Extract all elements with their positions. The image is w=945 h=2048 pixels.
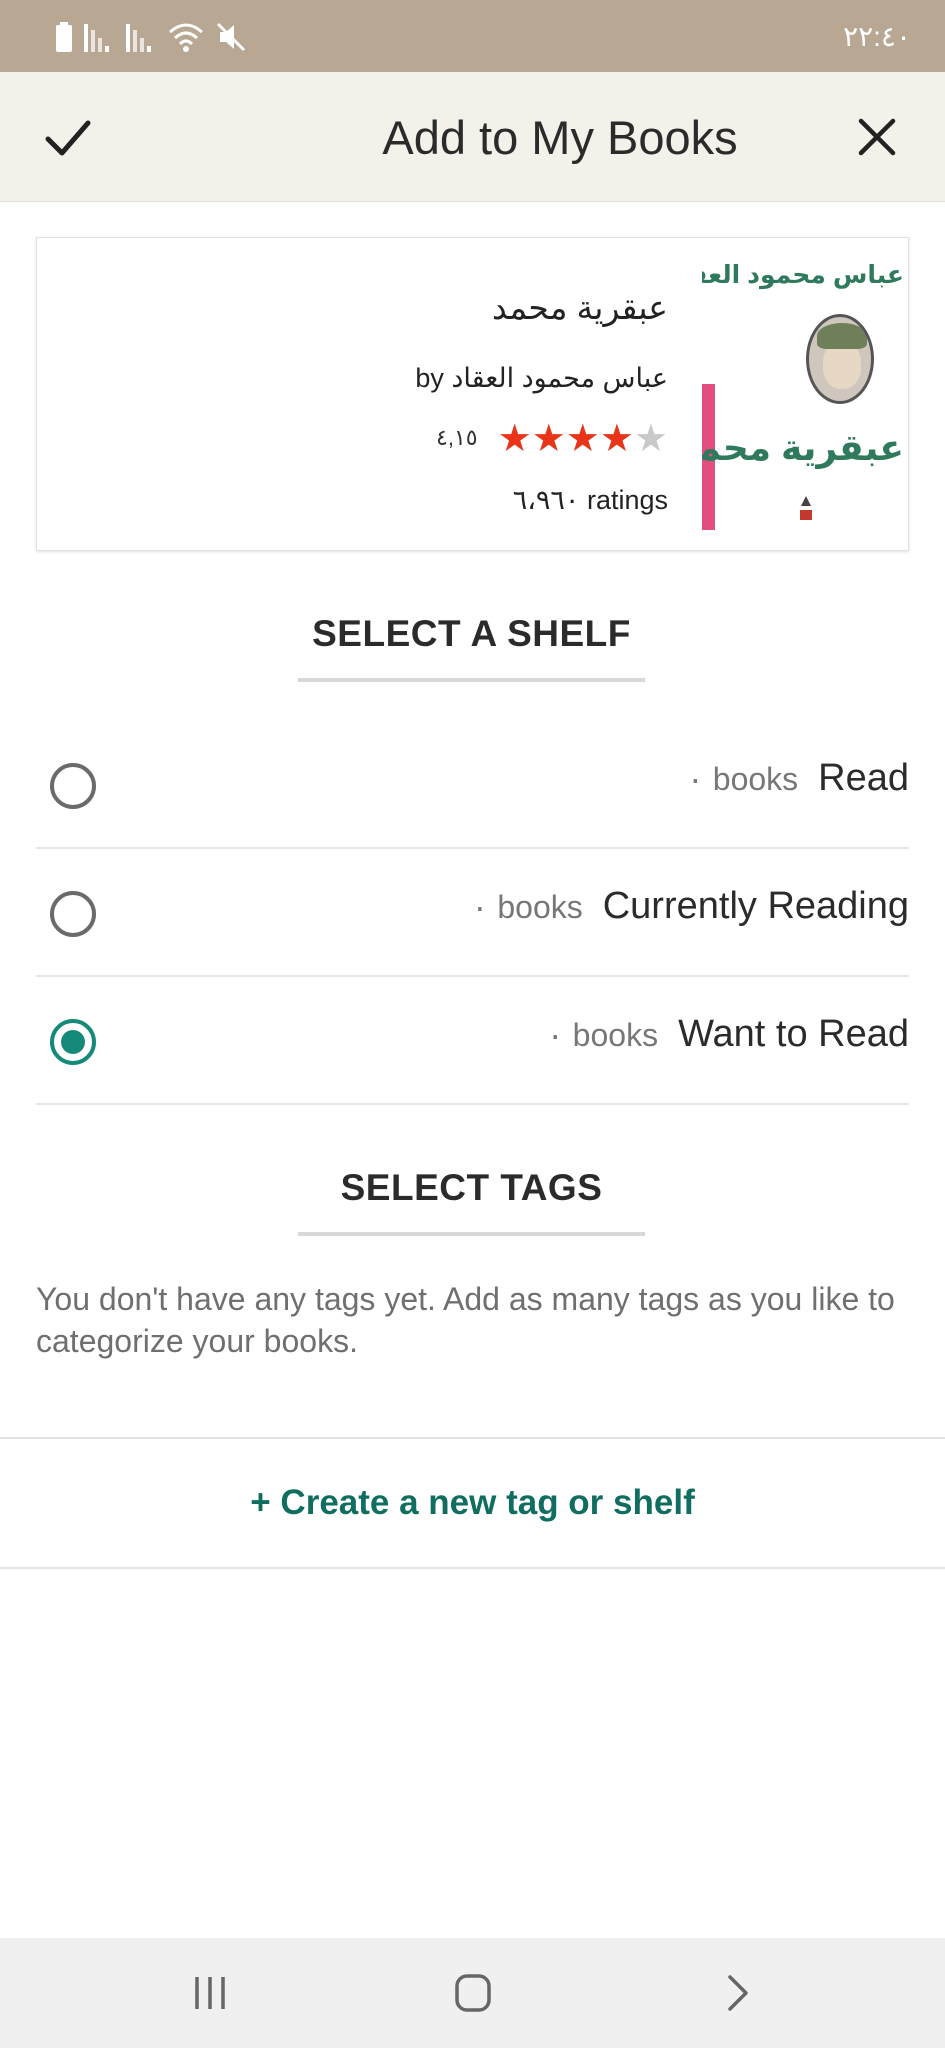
rating-value: ٤,١٥ bbox=[436, 425, 478, 450]
tags-description: You don't have any tags yet. Add as many… bbox=[36, 1281, 895, 1359]
app-bar: Add to My Books bbox=[0, 72, 945, 202]
signal-icon bbox=[126, 24, 151, 52]
mute-icon bbox=[216, 22, 246, 52]
shelf-heading: SELECT A SHELF bbox=[312, 613, 631, 654]
shelf-option-read[interactable]: ٠ books Read bbox=[36, 721, 909, 849]
close-button[interactable] bbox=[847, 107, 907, 167]
star-empty-icon: ★ bbox=[633, 416, 668, 460]
star-icon: ★ bbox=[565, 416, 600, 460]
close-icon bbox=[858, 118, 896, 156]
create-tag-button[interactable]: + Create a new tag or shelf bbox=[0, 1437, 945, 1569]
shelf-name: Want to Read bbox=[678, 1013, 909, 1055]
book-title: عبقرية محمد bbox=[492, 289, 668, 326]
recent-apps-icon bbox=[195, 1977, 225, 2009]
cover-title-text: عبقرية محمد bbox=[702, 427, 904, 468]
shelf-label: ٠ books Read bbox=[687, 757, 909, 813]
home-icon bbox=[455, 1974, 491, 2012]
cover-portrait bbox=[806, 314, 874, 404]
create-tag-label: + Create a new tag or shelf bbox=[250, 1483, 695, 1522]
ratings-label: ratings bbox=[586, 485, 668, 515]
status-time: ٢٢:٤٠ bbox=[843, 21, 911, 52]
shelf-count: ٠ books bbox=[546, 1017, 659, 1053]
shelf-section-header: SELECT A SHELF bbox=[298, 612, 645, 682]
confirm-button[interactable] bbox=[38, 107, 98, 167]
ratings-count-value: ٦،٩٦٠ bbox=[512, 485, 580, 515]
wifi-icon bbox=[169, 23, 203, 52]
cover-author-text: عباس محمود العقاد bbox=[702, 261, 904, 289]
shelf-option-currently-reading[interactable]: ٠ books Currently Reading bbox=[36, 849, 909, 977]
shelf-label: ٠ books Want to Read bbox=[547, 1013, 909, 1069]
back-icon bbox=[728, 1975, 748, 2011]
star-icon: ★ bbox=[599, 416, 634, 460]
star-icon: ★ bbox=[531, 416, 566, 460]
tags-section-header: SELECT TAGS bbox=[298, 1166, 645, 1236]
radio-button-selected[interactable] bbox=[50, 1019, 96, 1065]
book-author: by عباس محمود العقاد bbox=[415, 360, 668, 396]
home-button[interactable] bbox=[443, 1963, 503, 2023]
shelf-name: Read bbox=[818, 757, 909, 799]
status-icons bbox=[56, 20, 246, 54]
shelf-count: ٠ books bbox=[686, 761, 799, 797]
shelf-label: ٠ books Currently Reading bbox=[471, 885, 909, 941]
author-name: عباس محمود العقاد bbox=[451, 363, 668, 393]
page-title: Add to My Books bbox=[382, 111, 738, 164]
radio-button[interactable] bbox=[50, 891, 96, 937]
recent-apps-button[interactable] bbox=[180, 1963, 240, 2023]
radio-button[interactable] bbox=[50, 763, 96, 809]
book-card[interactable]: عبقرية محمد by عباس محمود العقاد ٤,١٥ ★ … bbox=[36, 237, 909, 551]
book-rating: ٤,١٥ ★ ★ ★ ★ ★ bbox=[436, 418, 668, 458]
battery-icon bbox=[56, 22, 72, 52]
rating-stars: ★ ★ ★ ★ ★ bbox=[498, 418, 668, 458]
publisher-logo-icon bbox=[800, 496, 812, 520]
tags-heading-underline bbox=[298, 1232, 645, 1236]
checkmark-icon bbox=[45, 120, 91, 156]
book-cover[interactable]: عباس محمود العقاد عبقرية محمد bbox=[702, 238, 908, 550]
back-button[interactable] bbox=[708, 1963, 768, 2023]
shelf-option-want-to-read[interactable]: ٠ books Want to Read bbox=[36, 977, 909, 1105]
tags-heading: SELECT TAGS bbox=[340, 1167, 603, 1208]
shelf-count: ٠ books bbox=[471, 889, 583, 925]
shelf-name: Currently Reading bbox=[602, 885, 909, 927]
shelf-heading-underline bbox=[298, 678, 645, 682]
ratings-count: ٦،٩٦٠ ratings bbox=[513, 482, 668, 518]
signal-icon bbox=[84, 24, 109, 52]
author-prefix: by bbox=[415, 363, 444, 393]
system-nav-bar bbox=[0, 1938, 945, 2048]
star-icon: ★ bbox=[497, 416, 532, 460]
status-bar: ٢٢:٤٠ bbox=[0, 0, 945, 72]
